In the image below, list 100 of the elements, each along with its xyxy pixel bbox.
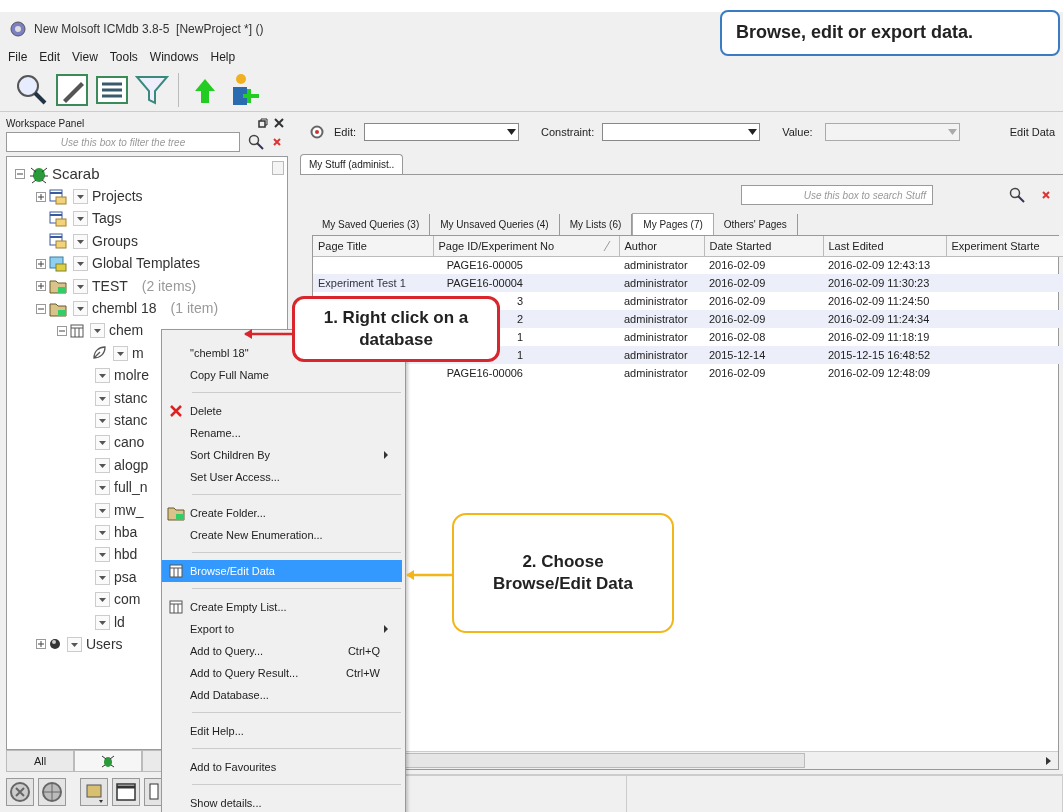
menu-item[interactable]: Add to Query Result... Ctrl+W xyxy=(162,662,402,684)
node-menu-button[interactable] xyxy=(95,480,110,496)
window-icon[interactable] xyxy=(112,778,140,806)
stop-icon[interactable] xyxy=(6,778,34,806)
tree-node-label[interactable]: m xyxy=(132,342,144,364)
tree-node-label[interactable]: alogp xyxy=(114,454,149,476)
restore-icon[interactable] xyxy=(258,118,268,128)
node-menu-button[interactable] xyxy=(73,256,88,272)
menu-item[interactable]: Create Folder... xyxy=(162,502,402,524)
tree-node-label[interactable]: Users xyxy=(86,633,123,655)
column-header[interactable]: Date Started xyxy=(704,236,823,256)
tree-node-label[interactable]: Tags xyxy=(92,208,122,230)
menu-item[interactable]: Delete xyxy=(162,400,402,422)
tree-node-label[interactable]: Groups xyxy=(92,230,138,252)
menu-item[interactable]: Sort Children By xyxy=(162,444,402,466)
node-menu-button[interactable] xyxy=(95,614,110,630)
menu-item[interactable]: Tools xyxy=(109,48,138,66)
menu-item[interactable]: Set User Access... xyxy=(162,466,402,488)
submenu-arrow-icon xyxy=(384,451,388,459)
menu-item[interactable]: Add to Query... Ctrl+Q xyxy=(162,640,402,662)
column-header[interactable]: Page Title xyxy=(313,236,433,256)
menu-item[interactable]: Edit xyxy=(39,48,61,66)
tree-node-label[interactable]: mw_ xyxy=(114,499,144,521)
menu-item[interactable]: Help xyxy=(210,48,236,66)
menu-item[interactable]: Add to Favourites xyxy=(162,756,402,778)
expander-icon[interactable] xyxy=(36,303,46,314)
dropdown-field[interactable] xyxy=(364,123,519,141)
clear-icon[interactable] xyxy=(272,137,282,147)
menu-item[interactable]: Edit Help... xyxy=(162,720,402,742)
search-icon[interactable] xyxy=(1009,187,1025,203)
bug-icon[interactable] xyxy=(100,753,116,769)
tree-node-label[interactable]: chem xyxy=(109,320,144,342)
globe-icon[interactable] xyxy=(38,778,66,806)
menu-item[interactable]: Windows xyxy=(149,48,199,66)
node-menu-button[interactable] xyxy=(95,592,110,608)
column-header[interactable]: Author xyxy=(619,236,704,256)
edit-data-button[interactable]: Edit Data xyxy=(1009,123,1055,141)
node-menu-button[interactable] xyxy=(95,413,110,428)
tree-node-label[interactable]: cano xyxy=(114,432,145,454)
menu-item[interactable]: Copy Full Name xyxy=(162,364,402,386)
panel-tab[interactable]: All xyxy=(6,750,74,772)
menu-item[interactable]: Export to xyxy=(162,618,402,640)
tree-node-label[interactable]: psa xyxy=(114,566,137,588)
node-menu-button[interactable] xyxy=(73,189,88,205)
tree-node-label[interactable]: full_n xyxy=(114,477,148,499)
node-menu-button[interactable] xyxy=(113,345,128,361)
tab[interactable]: My Pages (7) xyxy=(632,213,714,235)
tree-node-label[interactable]: hba xyxy=(114,521,138,543)
expander-icon[interactable] xyxy=(36,281,46,292)
expander-icon[interactable] xyxy=(15,169,25,180)
menu-item[interactable]: View xyxy=(72,48,98,66)
expander-icon[interactable] xyxy=(36,639,46,650)
tree-node-label[interactable]: molre xyxy=(114,365,149,387)
column-header[interactable]: Experiment Starte xyxy=(946,236,1063,256)
tree-node-label[interactable]: chembl 18 xyxy=(92,298,157,320)
node-menu-button[interactable] xyxy=(95,569,110,585)
clear-icon[interactable] xyxy=(1041,190,1051,200)
tree-node-label[interactable]: Projects xyxy=(92,186,143,208)
search-icon[interactable] xyxy=(248,134,264,150)
tree-node-label[interactable]: com xyxy=(114,589,141,611)
menu-item[interactable]: Create Empty List... xyxy=(162,596,402,618)
menu-item[interactable]: Create New Enumeration... xyxy=(162,524,402,546)
column-header[interactable]: Last Edited xyxy=(823,236,946,256)
target-icon[interactable] xyxy=(310,125,324,139)
node-menu-button[interactable] xyxy=(73,233,88,249)
tree-node-label[interactable]: Scarab xyxy=(52,162,100,186)
menu-item[interactable]: File xyxy=(8,48,28,66)
dropdown-field[interactable] xyxy=(602,123,761,141)
node-menu-button[interactable] xyxy=(95,502,110,518)
menu-item[interactable]: Show details... xyxy=(162,792,402,812)
column-header[interactable]: Page ID/Experiment No xyxy=(433,236,619,256)
scroll-right-icon[interactable] xyxy=(1044,757,1052,765)
expander-icon[interactable] xyxy=(36,258,46,269)
node-menu-button[interactable] xyxy=(95,435,110,451)
tree-node-label[interactable]: ld xyxy=(114,611,125,633)
node-menu-button[interactable] xyxy=(73,211,88,227)
node-menu-button[interactable] xyxy=(95,457,110,473)
tree-node-label[interactable]: stanc xyxy=(114,387,148,409)
node-menu-button[interactable] xyxy=(95,547,110,563)
node-menu-button[interactable] xyxy=(95,524,110,540)
node-menu-button[interactable] xyxy=(73,301,88,317)
expander-icon[interactable] xyxy=(36,191,46,202)
menu-item[interactable]: "chembl 18" xyxy=(162,342,259,364)
node-menu-button[interactable] xyxy=(95,368,110,384)
node-menu-button[interactable] xyxy=(67,636,82,652)
tree-node-label[interactable]: stanc xyxy=(114,410,148,431)
menu-item[interactable]: Add Database... xyxy=(162,684,402,706)
pencil-page-icon[interactable] xyxy=(54,71,90,108)
close-icon[interactable] xyxy=(274,118,284,128)
tree-node-label[interactable]: Global Templates xyxy=(92,253,200,275)
document-tab[interactable]: My Stuff (administ.. xyxy=(300,154,404,174)
node-menu-button[interactable] xyxy=(90,323,105,339)
tree-node-label[interactable]: TEST xyxy=(92,275,128,297)
expander-icon[interactable] xyxy=(57,325,67,336)
node-menu-button[interactable] xyxy=(95,390,110,406)
caret-icon[interactable] xyxy=(507,129,516,135)
menu-item[interactable]: Rename... xyxy=(162,422,402,444)
tree-node-label[interactable]: hbd xyxy=(114,544,138,566)
caret-icon[interactable] xyxy=(748,129,758,135)
node-menu-button[interactable] xyxy=(73,278,88,294)
